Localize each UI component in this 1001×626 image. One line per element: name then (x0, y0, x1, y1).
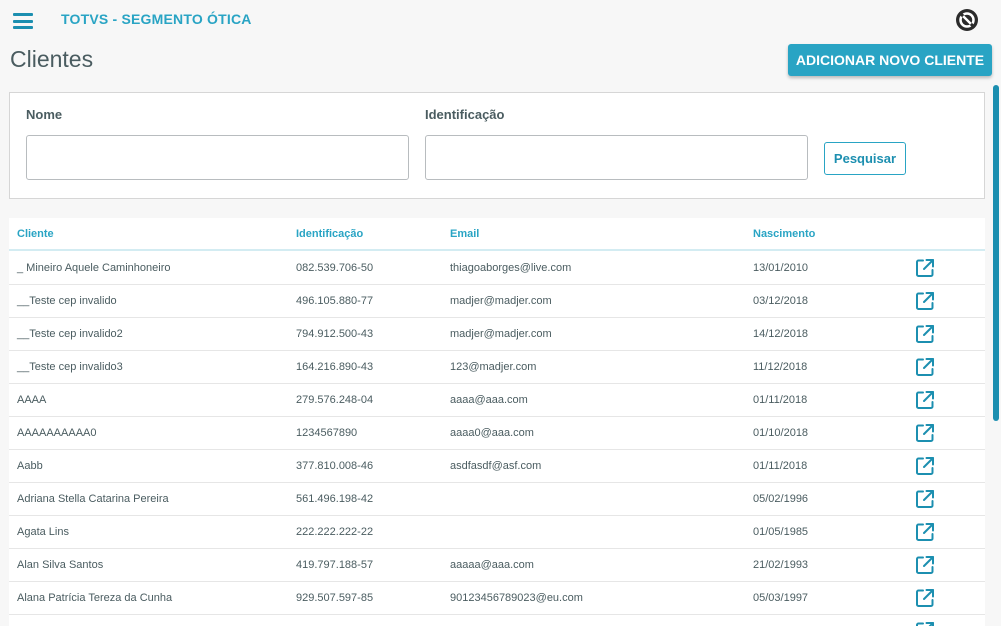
vertical-scrollbar[interactable] (993, 85, 999, 421)
identification-cell: 082.539.706-50 (296, 262, 374, 274)
client-name-cell: __Teste cep invalido3 (17, 361, 123, 373)
email-cell: aaaa@aaa.com (450, 394, 528, 406)
identification-label: Identificação (425, 107, 505, 122)
birthdate-cell: 01/11/2018 (753, 394, 808, 406)
client-name-cell: AAAAAAAAAA0 (17, 427, 97, 439)
birthdate-cell: 05/03/1997 (753, 592, 809, 604)
table-row: Alan Silva Santos 419.797.188-57 aaaaa@aaa… (9, 549, 985, 582)
table-row: __Teste cep invalido3 164.216.890-43 123@m… (9, 351, 985, 384)
name-label: Nome (26, 107, 63, 122)
clients-table: Cliente Identificação Email Nascimento _… (9, 218, 985, 626)
column-header-nascimento[interactable]: Nascimento (753, 228, 815, 240)
birthdate-cell: 01/11/2018 (753, 460, 808, 472)
open-external-icon[interactable] (914, 323, 936, 345)
client-name-cell: _ Mineiro Aquele Caminhoneiro (17, 262, 171, 274)
birthdate-cell: 11/12/2018 (753, 361, 808, 373)
identification-cell: 279.576.248-04 (296, 394, 374, 406)
totvs-logo-icon (956, 9, 978, 31)
email-cell: 123@madjer.com (450, 361, 537, 373)
table-body: _ Mineiro Aquele Caminhoneiro 082.539.706… (9, 252, 985, 626)
identification-cell: 222.222.222-22 (296, 526, 374, 538)
open-external-icon[interactable] (914, 587, 936, 609)
column-header-identificacao[interactable]: Identificação (296, 228, 363, 240)
client-name-cell: __Teste cep invalido (17, 295, 117, 307)
table-row: __Teste cep invalido 496.105.880-77 madjer… (9, 285, 985, 318)
table-row: AAAAAAAAAA0 1234567890 aaaa0@aaa.com 01/10/… (9, 417, 985, 450)
email-cell: thiagoaborges@live.com (450, 262, 572, 274)
open-external-icon[interactable] (914, 422, 936, 444)
client-name-cell: Alana Patrícia Tereza da Cunha (17, 592, 173, 604)
birthdate-cell: 01/05/1985 (753, 526, 809, 538)
column-header-email[interactable]: Email (450, 228, 479, 240)
table-row: _ Mineiro Aquele Caminhoneiro 082.539.706… (9, 252, 985, 285)
open-external-icon[interactable] (914, 455, 936, 477)
email-cell: aaaa0@aaa.com (450, 427, 534, 439)
birthdate-cell: 14/12/2018 (753, 328, 809, 340)
identification-cell: 1234567890 (296, 427, 358, 439)
page-title: Clientes (10, 46, 94, 72)
search-button[interactable]: Pesquisar (824, 142, 906, 175)
identification-cell: 496.105.880-77 (296, 295, 374, 307)
client-name-cell: Adriana Stella Catarina Pereira (17, 493, 169, 505)
open-external-icon[interactable] (914, 257, 936, 279)
name-input[interactable] (26, 135, 409, 180)
open-external-icon[interactable] (914, 521, 936, 543)
app-title: TOTVS - SEGMENTO ÓTICA (61, 11, 252, 27)
email-cell: 90123456789023@eu.com (450, 592, 583, 604)
identification-cell: 794.912.500-43 (296, 328, 374, 340)
table-row: AAAA 279.576.248-04 aaaa@aaa.com 01/11/2018 (9, 384, 985, 417)
open-external-icon[interactable] (914, 356, 936, 378)
birthdate-cell: 21/02/1993 (753, 559, 809, 571)
identification-input[interactable] (425, 135, 808, 180)
email-cell: asdfasdf@asf.com (450, 460, 542, 472)
table-row: Adriana Stella Catarina Pereira 561.496.1… (9, 483, 985, 516)
client-name-cell: Alan Silva Santos (17, 559, 104, 571)
email-cell: aaaaa@aaa.com (450, 559, 534, 571)
open-external-icon[interactable] (914, 488, 936, 510)
filter-panel: Nome Identificação Pesquisar (9, 92, 985, 199)
table-row: __Teste cep invalido2 794.912.500-43 madje… (9, 318, 985, 351)
open-external-icon[interactable] (914, 389, 936, 411)
birthdate-cell: 05/02/1996 (753, 493, 809, 505)
identification-cell: 561.496.198-42 (296, 493, 374, 505)
identification-cell: 164.216.890-43 (296, 361, 374, 373)
client-name-cell: Agata Lins (17, 526, 69, 538)
table-header: Cliente Identificação Email Nascimento (9, 218, 985, 251)
open-external-icon[interactable] (914, 554, 936, 576)
birthdate-cell: 03/12/2018 (753, 295, 809, 307)
table-row: Agata Lins 222.222.222-22 01/05/1985 (9, 516, 985, 549)
client-name-cell: __Teste cep invalido2 (17, 328, 123, 340)
identification-cell: 929.507.597-85 (296, 592, 374, 604)
email-cell: madjer@madjer.com (450, 328, 552, 340)
add-new-client-button[interactable]: ADICIONAR NOVO CLIENTE (788, 44, 992, 76)
open-external-icon[interactable] (914, 290, 936, 312)
table-row (9, 615, 985, 626)
client-name-cell: AAAA (17, 394, 47, 406)
identification-cell: 419.797.188-57 (296, 559, 374, 571)
client-name-cell: Aabb (17, 460, 43, 472)
birthdate-cell: 01/10/2018 (753, 427, 809, 439)
identification-cell: 377.810.008-46 (296, 460, 374, 472)
hamburger-menu-icon[interactable] (13, 13, 33, 29)
top-bar: TOTVS - SEGMENTO ÓTICA (0, 0, 1001, 40)
table-row: Alana Patrícia Tereza da Cunha 929.507.59… (9, 582, 985, 615)
table-row: Aabb 377.810.008-46 asdfasdf@asf.com 01/11/… (9, 450, 985, 483)
birthdate-cell: 13/01/2010 (753, 262, 809, 274)
open-external-icon[interactable] (914, 620, 936, 626)
email-cell: madjer@madjer.com (450, 295, 552, 307)
column-header-cliente[interactable]: Cliente (17, 228, 54, 240)
